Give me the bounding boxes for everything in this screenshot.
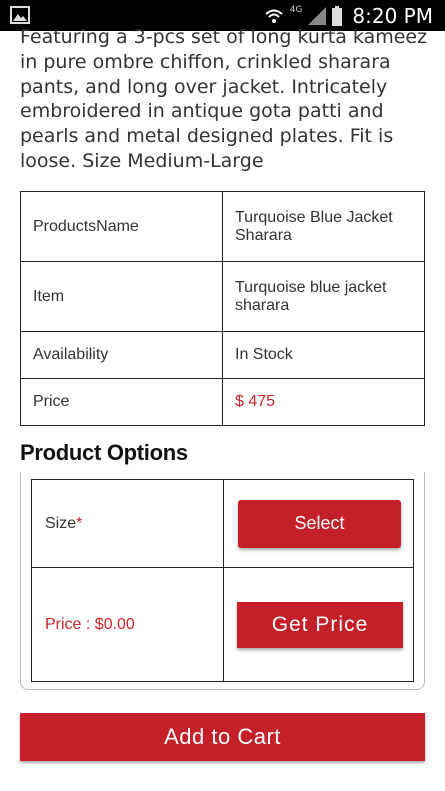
product-description: Featuring a 3-pcs set of long kurta kame… [20,26,428,172]
get-price-button[interactable]: Get Price [237,601,403,648]
get-price-cell: Get Price [223,567,414,682]
price-value: $ 475 [222,378,425,426]
clock: 8:20 PM [352,3,433,28]
info-value: Turquoise blue jacket sharara [222,261,425,332]
info-key: Item [20,261,223,332]
info-key: ProductsName [20,191,223,262]
info-key: Availability [20,331,223,379]
add-to-cart-button[interactable]: Add to Cart [20,713,425,761]
product-options-title: Product Options [20,440,188,465]
gallery-icon [10,6,30,24]
product-info-table: ProductsName Turquoise Blue Jacket Shara… [20,191,425,426]
wifi-icon [265,9,283,23]
required-mark: * [76,514,83,532]
table-row: Availability In Stock [20,331,425,379]
size-label: Size [45,514,77,532]
table-row: ProductsName Turquoise Blue Jacket Shara… [20,191,425,262]
option-price-label: Price : $0.00 [31,567,224,682]
info-value: In Stock [222,331,425,379]
table-row: Price : $0.00 Get Price [31,567,414,682]
size-select-button[interactable]: Select [238,499,401,548]
product-options-table: Size* Select Price : $0.00 Get Price [31,479,414,682]
signal-icon [308,6,327,25]
info-key: Price [20,378,223,426]
battery-icon [332,5,343,26]
info-value: Turquoise Blue Jacket Sharara [222,191,425,262]
size-cell: Size* [31,479,224,568]
table-row: Price $ 475 [20,378,425,426]
network-type: 4G [289,4,303,15]
table-row: Size* Select [31,479,414,568]
size-select-cell: Select [223,479,414,568]
table-row: Item Turquoise blue jacket sharara [20,261,425,332]
